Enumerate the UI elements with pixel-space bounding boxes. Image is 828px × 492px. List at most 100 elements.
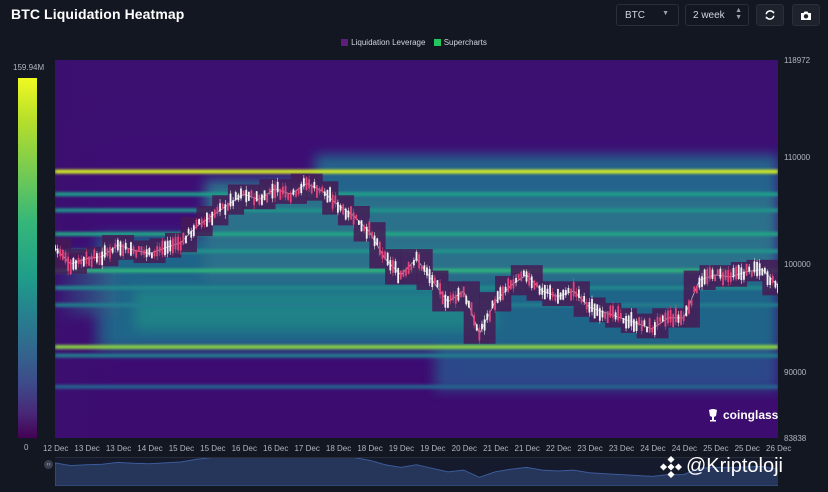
candle-body [360,220,363,232]
candle-body [80,259,83,265]
candle-body [423,265,426,272]
liquidation-band [55,192,778,197]
candle-body [255,191,258,202]
candle-body [596,304,599,316]
candle-body [331,194,334,209]
candle-body [680,310,682,325]
candle-body [226,202,229,211]
legend-item-liquidation-leverage[interactable]: Liquidation Leverage [341,38,425,47]
candle-body [436,280,439,288]
candle-body [192,225,195,236]
colorbar-min-label: 0 [24,443,29,452]
candle-body [504,286,507,293]
candle-body [284,185,287,198]
coinglass-logo-icon [709,409,717,422]
candle-body [646,326,648,333]
candle-body [743,271,745,280]
candle-body [774,281,777,288]
x-tick-label: 22 Dec [545,444,572,453]
candle-body [745,263,748,276]
candle-body [677,314,680,323]
candle-body [549,285,551,300]
x-tick-label: 16 Dec [231,444,257,453]
candle-body [268,188,271,195]
candle-body [318,188,321,193]
navigator-handle[interactable]: ‹› [44,460,53,469]
candle-body [570,288,572,301]
candle-body [533,280,536,290]
candle-body [206,212,208,227]
chevron-down-icon: ▼ [662,10,669,17]
candle-body [143,250,145,255]
candle-body [465,296,468,305]
candle-body [546,288,549,294]
range-select[interactable]: 2 week ▲ ▼ [685,4,749,26]
chart-legend: Liquidation Leverage Supercharts [0,38,828,48]
candle-body [716,269,719,276]
candle-body [64,252,67,263]
candle-body [211,211,214,226]
candle-body [158,246,161,253]
candle-body [444,294,447,308]
candle-body [69,259,72,275]
coin-select[interactable]: BTC ▼ [616,4,679,26]
candle-body [714,274,717,282]
candle-body [347,210,350,218]
candle-body [771,276,774,284]
colorbar-max-label: 159.94M [13,63,45,72]
candle-body [538,285,541,295]
candle-body [701,276,703,287]
candle-body [724,270,727,280]
candle-body [761,268,764,276]
candle-body [386,252,389,266]
heatmap-plot[interactable] [55,60,778,438]
x-tick-label: 19 Dec [388,444,415,453]
liquidation-band [55,344,778,349]
candle-body [499,287,502,301]
candle-body [412,260,415,266]
candle-body [695,285,698,294]
candle-body [75,260,77,270]
candle-body [171,238,174,254]
candle-body [651,328,654,333]
candle-body [656,316,659,327]
candle-body [216,206,219,214]
candle-body [580,296,583,303]
candle-body [371,231,373,238]
candle-body [598,308,601,321]
candle-body [740,267,743,281]
candle-body [682,314,685,322]
candle-body [732,267,735,278]
candle-body [182,232,185,245]
x-tick-label: 23 Dec [577,444,603,453]
candle-body [352,212,355,225]
screenshot-button[interactable] [792,4,820,26]
candle-body [229,193,232,207]
candle-body [635,320,638,331]
x-tick-label: 26 Dec [766,444,792,453]
candle-body [567,288,570,293]
candle-body [606,311,609,324]
candle-body [263,190,266,201]
candle-body [614,312,617,320]
candle-body [604,312,607,319]
x-tick-label: 25 Dec [734,444,760,453]
candle-body [323,191,326,196]
candle-body [578,289,580,298]
candle-body [507,278,510,292]
candle-body [297,189,300,195]
candle-body [381,251,384,259]
candle-body [200,218,203,228]
legend-item-supercharts[interactable]: Supercharts [433,38,487,47]
y-tick-label: 110000 [784,152,811,162]
candle-body [667,310,669,324]
up-down-chevron-icon: ▲ ▼ [735,7,742,21]
refresh-button[interactable] [756,4,784,26]
candle-body [124,242,127,250]
candle-body [122,244,125,257]
x-tick-label: 21 Dec [514,444,540,453]
candle-body [378,242,381,255]
candle-body [706,268,709,284]
candle-body [116,239,119,251]
candle-body [305,177,308,191]
